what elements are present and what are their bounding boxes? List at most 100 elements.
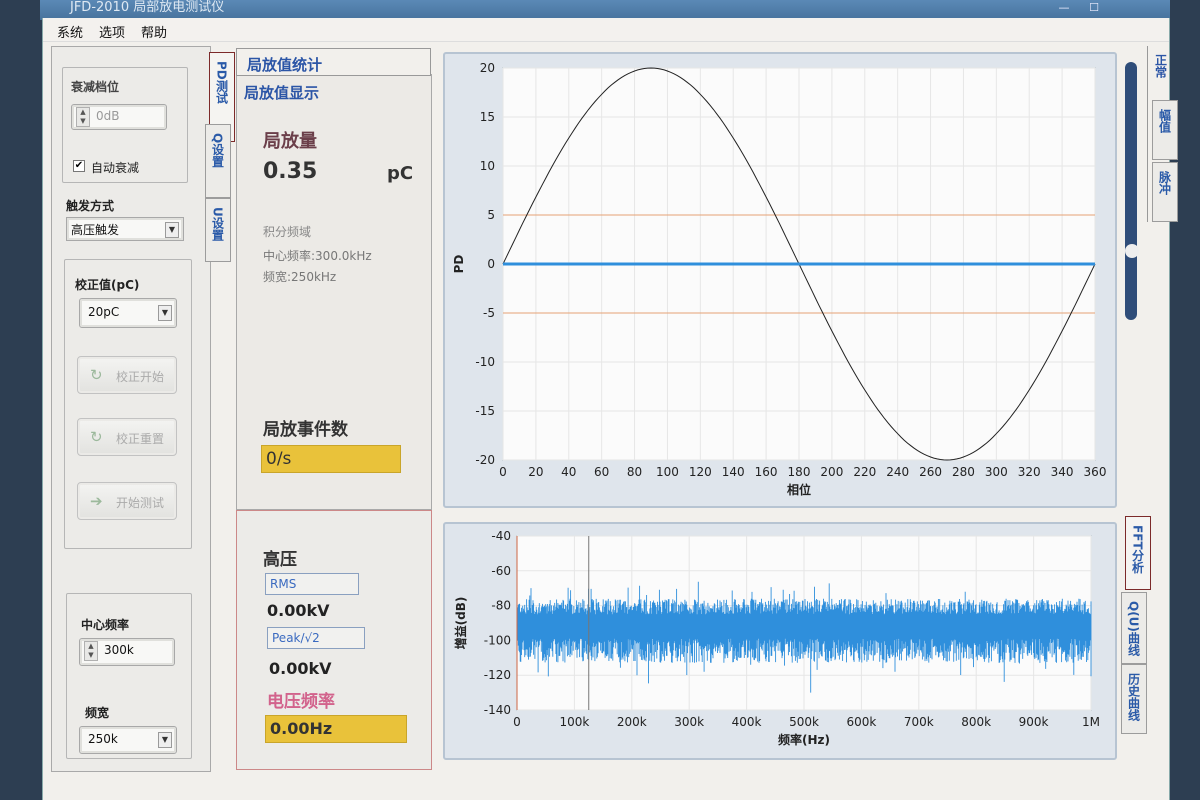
x-tick-label: 140 bbox=[722, 465, 745, 479]
trigger-select[interactable]: 高压触发 ▼ bbox=[66, 217, 184, 241]
chevron-down-icon[interactable]: ▼ bbox=[158, 732, 172, 748]
auto-attenuation-checkbox[interactable]: ✔ bbox=[73, 160, 85, 172]
trigger-label: 触发方式 bbox=[66, 199, 115, 213]
y-axis-label: PD bbox=[452, 255, 466, 274]
tab-history-curve[interactable]: 历史曲线 bbox=[1121, 664, 1147, 734]
x-tick-label: 60 bbox=[594, 465, 609, 479]
tab-amplitude[interactable]: 幅值 bbox=[1152, 100, 1178, 160]
pd-events-value: 0/s bbox=[266, 449, 292, 469]
scrollbar-thumb[interactable] bbox=[1125, 244, 1139, 258]
x-tick-label: 100 bbox=[656, 465, 679, 479]
tab-fft-analysis[interactable]: FFT分析 bbox=[1125, 516, 1151, 590]
x-tick-label: 300k bbox=[674, 715, 704, 729]
calibration-select[interactable]: 20pC ▼ bbox=[79, 298, 177, 328]
x-tick-label: 800k bbox=[961, 715, 991, 729]
start-test-button[interactable]: ➔ 开始测试 bbox=[77, 482, 177, 520]
tab-q-settings[interactable]: Q设置 bbox=[205, 124, 231, 198]
x-tick-label: 180 bbox=[788, 465, 811, 479]
fft-chart-frame: 0 100k 200k 300k 400k 500k 600k 700k 800k 900k 1M -… bbox=[443, 522, 1117, 760]
x-tick-label: 340 bbox=[1051, 465, 1074, 479]
scrollbar[interactable] bbox=[1125, 62, 1137, 320]
x-tick-label: 200 bbox=[820, 465, 843, 479]
maximize-icon[interactable]: ☐ bbox=[1080, 0, 1108, 14]
bandwidth-select[interactable]: 250k ▼ bbox=[79, 726, 177, 754]
tab-pd-statistics-label: 局放值统计 bbox=[247, 56, 323, 74]
auto-attenuation-label: 自动衰减 bbox=[91, 161, 140, 175]
tab-u-settings[interactable]: U设置 bbox=[205, 198, 231, 262]
x-tick-label: 360 bbox=[1084, 465, 1107, 479]
y-tick-label: -60 bbox=[491, 564, 511, 578]
filter-group: 中心频率 ▲ ▼ 300k 频宽 250k ▼ bbox=[66, 593, 192, 759]
center-frequency-label: 中心频率 bbox=[81, 618, 130, 632]
chevron-down-icon[interactable]: ▼ bbox=[158, 305, 172, 321]
x-axis-label: 相位 bbox=[787, 482, 811, 497]
tab-normal[interactable]: 正常 bbox=[1148, 46, 1174, 96]
tab-qu-curve[interactable]: Q(U)曲线 bbox=[1121, 592, 1147, 664]
x-tick-label: 1M bbox=[1082, 715, 1100, 729]
y-tick-label: -10 bbox=[475, 355, 495, 369]
window-title: JFD-2010 局部放电测试仪 bbox=[70, 0, 225, 15]
y-tick-label: 0 bbox=[487, 257, 495, 271]
spin-arrows-icon[interactable]: ▲ ▼ bbox=[76, 107, 90, 127]
refresh-icon: ↻ bbox=[90, 366, 103, 384]
x-tick-label: 0 bbox=[499, 465, 507, 479]
x-tick-label: 600k bbox=[846, 715, 876, 729]
window-titlebar: JFD-2010 局部放电测试仪 — ☐ bbox=[40, 0, 1170, 20]
x-tick-label: 20 bbox=[528, 465, 543, 479]
y-tick-label: -80 bbox=[491, 599, 511, 613]
calibration-group: 校正值(pC) 20pC ▼ ↻ 校正开始 ↻ 校正重置 ➔ 开始测试 bbox=[64, 259, 192, 549]
y-tick-label: -20 bbox=[475, 453, 495, 467]
bandwidth-label: 频宽 bbox=[85, 706, 110, 720]
peak-value: 0.00kV bbox=[269, 659, 332, 678]
x-tick-label: 260 bbox=[919, 465, 942, 479]
y-tick-label: -15 bbox=[475, 404, 495, 418]
fft-chart[interactable]: 0 100k 200k 300k 400k 500k 600k 700k 800k 900k 1M -… bbox=[445, 524, 1115, 758]
y-tick-label: 5 bbox=[487, 208, 495, 222]
y-tick-label: -100 bbox=[484, 633, 511, 647]
tab-pd-statistics[interactable]: 局放值统计 bbox=[236, 48, 431, 76]
rms-label: RMS bbox=[270, 577, 297, 591]
x-tick-label: 300 bbox=[985, 465, 1008, 479]
rms-label-box: RMS bbox=[265, 573, 359, 595]
x-tick-label: 400k bbox=[732, 715, 762, 729]
calibration-reset-button[interactable]: ↻ 校正重置 bbox=[77, 418, 177, 456]
chevron-down-icon[interactable]: ▼ bbox=[165, 222, 179, 238]
refresh-icon: ↻ bbox=[90, 428, 103, 446]
center-frequency-readout: 中心频率:300.0kHz bbox=[263, 249, 372, 263]
spin-arrows-icon[interactable]: ▲ ▼ bbox=[84, 641, 98, 661]
pd-events-box: 0/s bbox=[261, 445, 401, 473]
voltage-frequency-value: 0.00Hz bbox=[270, 719, 333, 738]
calibration-start-label: 校正开始 bbox=[116, 370, 165, 384]
rms-value: 0.00kV bbox=[267, 601, 330, 620]
y-tick-label: -140 bbox=[484, 703, 511, 717]
calibration-reset-label: 校正重置 bbox=[116, 432, 165, 446]
bandwidth-readout: 频宽:250kHz bbox=[263, 270, 337, 284]
x-tick-label: 100k bbox=[559, 715, 589, 729]
calibration-value: 20pC bbox=[88, 305, 120, 319]
y-tick-label: 15 bbox=[480, 110, 495, 124]
y-tick-label: 20 bbox=[480, 61, 495, 75]
x-tick-label: 0 bbox=[513, 715, 521, 729]
peak-label-box: Peak/√2 bbox=[267, 627, 365, 649]
menu-help[interactable]: 帮助 bbox=[141, 22, 167, 41]
tab-pulse[interactable]: 脉冲 bbox=[1152, 162, 1178, 222]
pd-phase-chart-frame: 0 20 40 60 80 100 120 140 160 180 200 220 240 260 280 3… bbox=[443, 52, 1117, 508]
band-title: 积分频域 bbox=[263, 225, 312, 239]
attenuation-stepper[interactable]: ▲ ▼ 0dB bbox=[71, 104, 167, 130]
right-tab-strip-top: 正常 幅值 脉冲 bbox=[1147, 46, 1178, 222]
y-tick-label: 10 bbox=[480, 159, 495, 173]
menu-system[interactable]: 系统 bbox=[57, 22, 83, 41]
x-axis-label: 频率(Hz) bbox=[778, 732, 830, 747]
x-tick-label: 220 bbox=[853, 465, 876, 479]
tab-pd-display[interactable]: 局放值显示 bbox=[244, 82, 319, 103]
menu-options[interactable]: 选项 bbox=[99, 22, 125, 41]
calibration-start-button[interactable]: ↻ 校正开始 bbox=[77, 356, 177, 394]
y-tick-label: -120 bbox=[484, 668, 511, 682]
pd-phase-chart[interactable]: 0 20 40 60 80 100 120 140 160 180 200 220 240 260 280 3… bbox=[445, 54, 1115, 506]
voltage-frequency-label: 电压频率 bbox=[267, 692, 335, 712]
minimize-icon[interactable]: — bbox=[1050, 0, 1078, 14]
pd-quantity-unit: pC bbox=[387, 163, 414, 184]
pd-quantity-label: 局放量 bbox=[263, 131, 317, 152]
center-frequency-stepper[interactable]: ▲ ▼ 300k bbox=[79, 638, 175, 666]
x-tick-label: 200k bbox=[617, 715, 647, 729]
